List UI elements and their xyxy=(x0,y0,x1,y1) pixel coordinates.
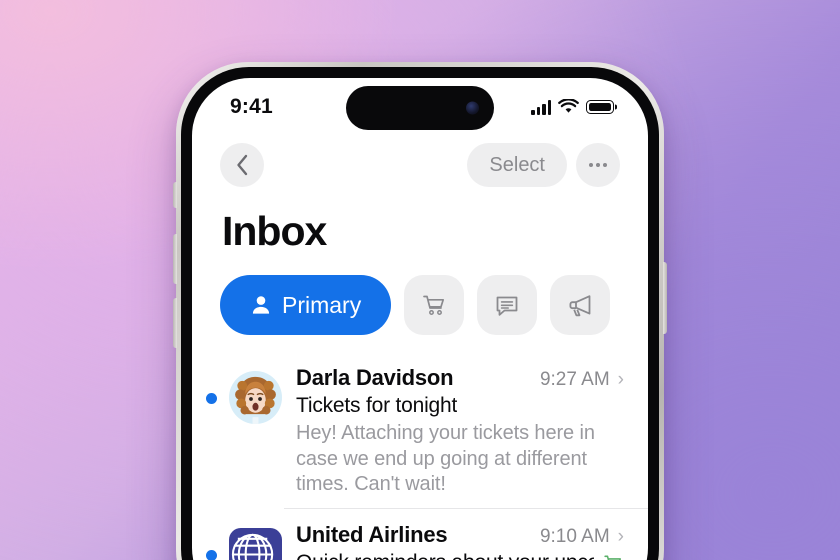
shopping-cart-badge-icon xyxy=(604,555,622,560)
wifi-icon xyxy=(558,99,579,113)
email-list: Darla Davidson 9:27 AM › Tickets for ton… xyxy=(192,335,648,560)
filter-chip-primary-label: Primary xyxy=(282,291,362,318)
email-preview: Hey! Attaching your tickets here in case… xyxy=(296,422,595,496)
email-header-row: United Airlines 9:10 AM › xyxy=(296,522,624,548)
email-time: 9:27 AM xyxy=(539,369,610,390)
email-list-item[interactable]: Darla Davidson 9:27 AM › Tickets for ton… xyxy=(192,351,648,508)
battery-full-icon xyxy=(586,100,614,114)
ellipsis-icon xyxy=(588,163,608,167)
chevron-right-icon: › xyxy=(617,369,624,390)
chat-bubble-icon xyxy=(496,296,518,316)
dynamic-island xyxy=(346,86,494,130)
silent-switch[interactable] xyxy=(173,182,177,208)
signal-bars-icon xyxy=(531,99,551,115)
status-icons xyxy=(531,99,614,115)
unread-indicator xyxy=(206,549,217,560)
back-button[interactable] xyxy=(220,143,264,187)
email-list-item[interactable]: United Airlines 9:10 AM › Quick reminder… xyxy=(192,507,648,560)
filter-chip-shopping[interactable] xyxy=(404,275,465,335)
memoji-avatar xyxy=(229,371,282,424)
status-time: 9:41 xyxy=(230,95,273,118)
email-subject-row: Tickets for tonight xyxy=(296,394,624,418)
volume-up-button[interactable] xyxy=(173,234,177,284)
chevron-left-icon xyxy=(236,154,247,176)
filter-chip-social[interactable] xyxy=(477,275,538,335)
iphone-device: 9:41 Select Inbox Primary Darla Davidson… xyxy=(173,62,667,560)
shopping-cart-icon xyxy=(423,295,445,315)
email-content: Darla Davidson 9:27 AM › Tickets for ton… xyxy=(296,365,624,498)
unread-indicator xyxy=(206,393,217,404)
united-airlines-logo xyxy=(229,527,282,560)
email-header-row: Darla Davidson 9:27 AM › xyxy=(296,365,624,391)
person-icon xyxy=(252,296,270,314)
page-title: Inbox xyxy=(222,208,327,254)
email-sender: United Airlines xyxy=(296,521,448,547)
power-button[interactable] xyxy=(663,262,667,334)
email-subject: Tickets for tonight xyxy=(296,394,458,417)
email-sender: Darla Davidson xyxy=(296,365,454,390)
email-content: United Airlines 9:10 AM › Quick reminder… xyxy=(296,522,624,560)
volume-down-button[interactable] xyxy=(173,298,177,348)
phone-bezel: 9:41 Select Inbox Primary Darla Davidson… xyxy=(181,67,659,560)
filter-chip-promotions[interactable] xyxy=(550,275,611,335)
status-bar: 9:41 xyxy=(192,78,648,130)
email-subject-row: Quick reminders about your upcoming... xyxy=(296,551,624,560)
phone-screen: 9:41 Select Inbox Primary Darla Davidson… xyxy=(192,78,648,560)
megaphone-icon xyxy=(569,295,591,317)
front-camera-icon xyxy=(466,101,479,115)
navigation-bar: Select xyxy=(192,130,648,192)
filter-chip-primary[interactable]: Primary xyxy=(220,275,392,335)
filter-chips: Primary xyxy=(192,255,648,335)
email-time: 9:10 AM xyxy=(539,525,610,547)
email-subject: Quick reminders about your upcoming... xyxy=(296,551,594,560)
more-options-button[interactable] xyxy=(576,143,620,187)
chevron-right-icon: › xyxy=(617,525,624,547)
select-button[interactable]: Select xyxy=(467,143,567,187)
